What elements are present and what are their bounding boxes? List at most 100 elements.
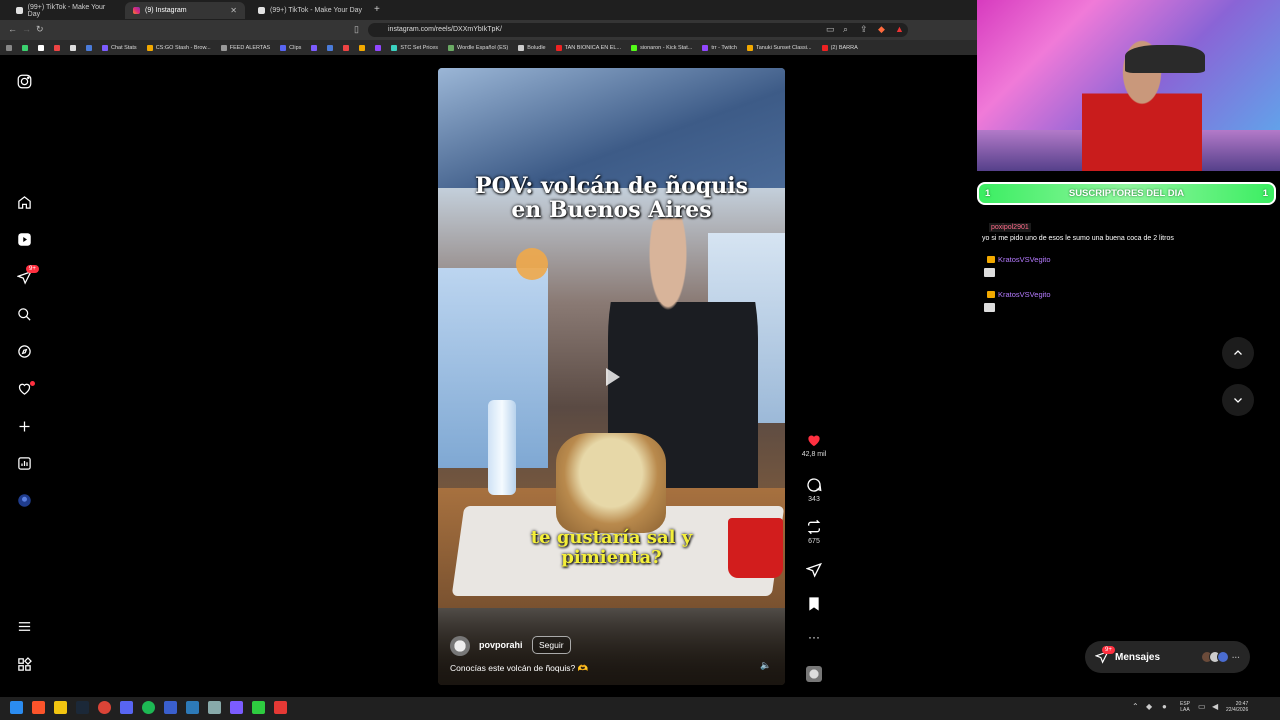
play-icon[interactable] — [606, 368, 620, 386]
app-icon[interactable] — [274, 701, 287, 714]
bookmark-icon[interactable] — [86, 44, 92, 51]
discord-icon[interactable] — [120, 701, 133, 714]
bookmark-barra[interactable]: (2) BARRA — [821, 44, 858, 51]
follow-button[interactable]: Seguir — [532, 636, 571, 654]
bookmark-tanuki[interactable]: Tanuki Sunset Classi... — [746, 44, 812, 51]
bookmark-clips[interactable]: Clips — [280, 44, 301, 51]
url-text: instagram.com/reels/DXXmYbIkTpK/ — [388, 26, 502, 33]
create-icon[interactable] — [16, 418, 32, 434]
browser-tab-bar: (99+) TikTok - Make Your Day (9) Instagr… — [0, 0, 977, 20]
tab-label: (99+) TikTok - Make Your Day — [270, 7, 363, 14]
bookmark-label: STC Set Prices — [400, 44, 438, 51]
like-button[interactable]: 42,8 mil — [800, 433, 828, 458]
bookmark-icon[interactable] — [327, 44, 334, 51]
send-icon — [806, 562, 822, 578]
explore-icon[interactable] — [16, 343, 32, 359]
bookmark-label: FEED ALERTAS — [229, 44, 271, 51]
bookmark-icon[interactable] — [375, 44, 382, 51]
volume-icon[interactable]: 🔈 — [760, 660, 771, 671]
menu-icon[interactable] — [16, 618, 32, 634]
chrome-icon[interactable] — [98, 701, 111, 714]
brave-shield-icon[interactable]: ◆ — [878, 24, 885, 35]
windows-start-icon[interactable] — [10, 701, 23, 714]
video-scene-ceiling — [438, 68, 785, 188]
home-icon[interactable] — [16, 194, 32, 210]
network-icon[interactable]: ▭ — [1198, 702, 1206, 711]
bookmark-icon[interactable] — [22, 44, 28, 51]
tray-chevron-up-icon[interactable]: ⌃ — [1132, 702, 1139, 711]
bookmark-kick-stats[interactable]: sionaron - Kick Stat... — [631, 44, 692, 51]
bookmark-stc-set-prices[interactable]: STC Set Prices — [391, 44, 438, 51]
app-icon[interactable] — [186, 701, 199, 714]
language-indicator[interactable]: ESP LAA — [1180, 701, 1190, 713]
volume-icon[interactable]: ◀ — [1212, 702, 1218, 711]
video-scene-bottle — [488, 400, 516, 495]
bookmark-icon[interactable] — [311, 44, 318, 51]
repost-button[interactable]: 675 — [800, 519, 828, 545]
spotify-icon[interactable] — [142, 701, 155, 714]
tray-app-icon[interactable]: ◆ — [1146, 702, 1152, 711]
comment-count: 343 — [808, 496, 820, 503]
bookmark-label: Boludle — [527, 44, 546, 51]
bookmark-twitch[interactable]: trr - Twitch — [702, 44, 737, 51]
file-explorer-icon[interactable] — [54, 701, 67, 714]
bookmark-apps-icon[interactable] — [6, 44, 12, 51]
bookmark-chat-stats[interactable]: Chat Stats — [102, 44, 137, 51]
zoom-icon[interactable]: ⌕ — [843, 24, 848, 35]
bookmark-tan-bionica[interactable]: TAN BIONICA EN EL... — [555, 44, 621, 51]
bookmark-page-icon[interactable]: ▯ — [354, 24, 359, 35]
bookmark-wordle[interactable]: Wordle Español (ES) — [448, 44, 509, 51]
brave-rewards-icon[interactable]: ▲ — [895, 24, 904, 34]
share-icon[interactable]: ⇪ — [860, 24, 868, 35]
app-icon[interactable] — [164, 701, 177, 714]
bookmark-icon[interactable] — [343, 44, 350, 51]
forward-icon[interactable]: → — [22, 24, 31, 34]
bookmark-icon[interactable] — [70, 44, 76, 51]
message-avatars: ··· — [1201, 651, 1240, 663]
reels-icon[interactable] — [16, 231, 32, 247]
app-icon[interactable] — [252, 701, 265, 714]
messages-badge: 9+ — [26, 265, 39, 273]
more-apps-icon[interactable] — [16, 656, 32, 672]
chat-message: KratosVSVegito — [987, 255, 1051, 264]
tab-tiktok-2[interactable]: (99+) TikTok - Make Your Day — [250, 2, 370, 19]
back-icon[interactable]: ← — [8, 24, 17, 34]
audio-thumbnail[interactable] — [806, 666, 822, 682]
dashboard-icon[interactable] — [16, 455, 32, 471]
next-reel-button[interactable] — [1222, 384, 1254, 416]
new-tab-button[interactable]: + — [374, 4, 380, 15]
save-button[interactable] — [800, 596, 828, 615]
bookmark-boludle[interactable]: Boludle — [518, 44, 546, 51]
system-clock[interactable]: 20:47 22/4/2026 — [1226, 701, 1248, 713]
tray-app-icon[interactable]: ● — [1162, 702, 1167, 711]
webcam-overlay — [977, 0, 1280, 171]
more-options-icon[interactable]: ··· — [800, 630, 828, 644]
reel-caption: Conocías este volcán de ñoquis? 🫶 — [450, 663, 589, 673]
bookmark-label: Wordle Español (ES) — [457, 44, 509, 51]
app-icon[interactable] — [208, 701, 221, 714]
instagram-logo-icon[interactable] — [16, 73, 32, 89]
tab-tiktok-1[interactable]: (99+) TikTok - Make Your Day — [8, 2, 123, 19]
reel-video[interactable]: POV: volcán de ñoquis en Buenos Aires te… — [438, 68, 785, 685]
cast-icon[interactable]: ▭ — [826, 24, 835, 35]
app-icon[interactable] — [230, 701, 243, 714]
comment-button[interactable]: 343 — [800, 477, 828, 503]
close-tab-icon[interactable]: ✕ — [230, 6, 237, 15]
brave-browser-icon[interactable] — [32, 701, 45, 714]
bookmark-label: CS:GO Stash - Brow... — [155, 44, 211, 51]
bookmark-icon[interactable] — [359, 44, 366, 51]
author-avatar[interactable] — [450, 636, 470, 656]
tab-instagram[interactable]: (9) Instagram ✕ — [125, 2, 245, 19]
share-button[interactable] — [800, 562, 828, 581]
more-icon: ··· — [1232, 652, 1240, 662]
search-icon[interactable] — [16, 306, 32, 322]
steam-icon[interactable] — [76, 701, 89, 714]
bookmark-feed-alertas[interactable]: FEED ALERTAS — [220, 44, 271, 51]
author-name[interactable]: povporahi — [479, 640, 523, 650]
profile-icon[interactable] — [16, 492, 32, 508]
reload-icon[interactable]: ↻ — [36, 24, 44, 35]
bookmark-csgo-stash[interactable]: CS:GO Stash - Brow... — [146, 44, 211, 51]
previous-reel-button[interactable] — [1222, 337, 1254, 369]
bookmark-icon[interactable] — [54, 44, 60, 51]
bookmark-icon[interactable] — [38, 44, 44, 51]
